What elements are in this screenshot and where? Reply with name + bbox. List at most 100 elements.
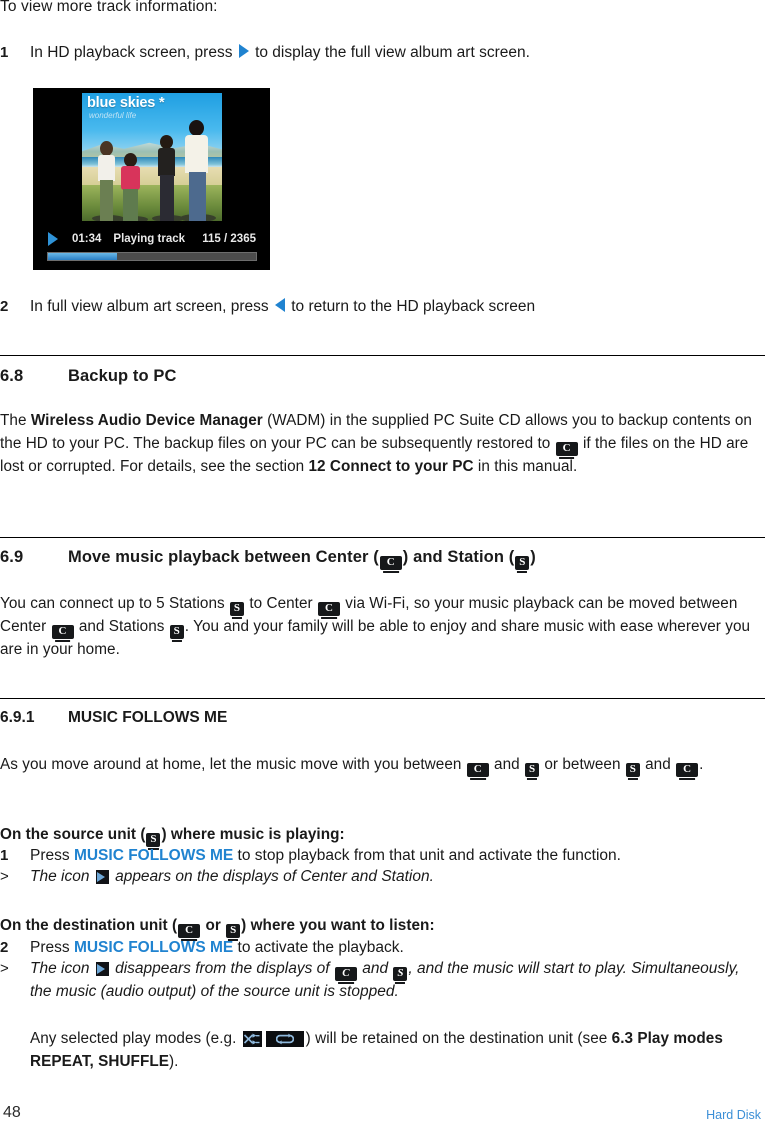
music-follows-me-icon xyxy=(95,962,109,976)
footer-page-number: 48 xyxy=(3,1104,21,1121)
center-icon: C xyxy=(466,763,489,777)
step-1-number: 1 xyxy=(0,44,9,61)
album-art-screenshot: blue skies * wonderful life 01:34 Playin… xyxy=(33,88,270,270)
note-marker: > xyxy=(0,960,9,977)
heading-6-9-1-title: MUSIC FOLLOWS ME xyxy=(68,709,228,726)
section-6-9-body: You can connect up to 5 Stations S to Ce… xyxy=(0,593,765,662)
source-heading-b: ) where music is playing: xyxy=(161,826,345,843)
heading-6-9: 6.9 Move music playback between Center (… xyxy=(0,548,536,570)
manual-page: To view more track information: 1 In HD … xyxy=(0,0,765,1135)
progress-bar xyxy=(47,252,257,261)
player-status-row: 01:34 Playing track 115 / 2365 xyxy=(33,229,270,249)
station-icon: S xyxy=(525,763,540,777)
dest-heading-c: ) where you want to listen: xyxy=(241,917,435,934)
step-1-text: In HD playback screen, press to display … xyxy=(30,42,740,63)
s691-intro-a: As you move around at home, let the musi… xyxy=(0,756,466,773)
s69-text-d: and Stations xyxy=(74,618,169,635)
shuffle-icon xyxy=(242,1031,262,1047)
s691-intro-c: or between xyxy=(540,756,625,773)
step-2-pre: In full view album art screen, press xyxy=(30,298,273,315)
footer-section-name: Hard Disk xyxy=(706,1108,761,1122)
dest-heading-b: or xyxy=(201,917,226,934)
station-icon: S xyxy=(230,602,245,616)
center-icon: C xyxy=(334,967,357,981)
play-icon xyxy=(48,232,58,246)
art-figure xyxy=(96,141,120,221)
center-icon: C xyxy=(676,763,699,777)
mfm-step-2: 2 Press MUSIC FOLLOWS ME to activate the… xyxy=(0,937,755,958)
mfm-note-1: > The icon appears on the displays of Ce… xyxy=(0,866,755,887)
intro-text: To view more track information: xyxy=(0,0,218,15)
station-icon: S xyxy=(393,967,408,981)
center-icon: C xyxy=(51,625,74,639)
section-6-8-body: The Wireless Audio Device Manager (WADM)… xyxy=(0,410,765,478)
step-1-post: to display the full view album art scree… xyxy=(250,44,530,61)
heading-6-8: 6.8 Backup to PC xyxy=(0,367,176,386)
note-marker: > xyxy=(0,868,9,885)
mfm-step-1: 1 Press MUSIC FOLLOWS ME to stop playbac… xyxy=(0,845,755,866)
s69-text-b: to Center xyxy=(245,595,317,612)
source-heading-a: On the source unit ( xyxy=(0,826,146,843)
s691-intro-b: and xyxy=(489,756,525,773)
music-follows-me-label: MUSIC FOLLOWS ME xyxy=(73,847,234,864)
elapsed-time: 01:34 xyxy=(72,233,102,245)
station-icon: S xyxy=(625,763,640,777)
mfm-note-1-text: The icon appears on the displays of Cent… xyxy=(30,868,434,885)
s68-text-a: The xyxy=(0,412,31,429)
closing-a: Any selected play modes (e.g. xyxy=(30,1030,241,1047)
track-count: 115 / 2365 xyxy=(202,233,256,245)
s68-bold-wadm: Wireless Audio Device Manager xyxy=(30,412,263,429)
art-figure xyxy=(119,153,145,221)
step-2-post: to return to the HD playback screen xyxy=(286,298,536,315)
mfm-step-2-number: 2 xyxy=(0,939,9,956)
music-follows-me-label: MUSIC FOLLOWS ME xyxy=(73,939,234,956)
destination-unit-heading: On the destination unit (C or S) where y… xyxy=(0,915,765,938)
center-icon: C xyxy=(379,556,402,570)
center-icon: C xyxy=(318,602,340,616)
left-arrow-icon xyxy=(274,298,285,312)
station-icon: S xyxy=(169,625,184,639)
heading-6-8-title: Backup to PC xyxy=(68,367,177,385)
s691-intro-d: and xyxy=(640,756,676,773)
dest-heading-a: On the destination unit ( xyxy=(0,917,178,934)
step-1-pre: In HD playback screen, press xyxy=(30,44,237,61)
mfm-note-2: > The icon disappears from the displays … xyxy=(0,958,750,1002)
playback-status: Playing track xyxy=(113,233,186,245)
heading-6-8-number: 6.8 xyxy=(0,367,24,385)
source-unit-heading: On the source unit (S) where music is pl… xyxy=(0,824,765,847)
art-figure xyxy=(183,120,213,221)
album-title: blue skies * xyxy=(87,95,165,111)
right-arrow-icon xyxy=(238,44,249,58)
closing-bold-2: REPEAT, SHUFFLE xyxy=(30,1052,169,1070)
station-icon: S xyxy=(226,924,241,938)
step-2: 2 In full view album art screen, press t… xyxy=(0,296,740,317)
section-6-9-1-intro: As you move around at home, let the musi… xyxy=(0,754,765,777)
heading-6-9-title: Move music playback between Center (C) a… xyxy=(68,548,536,570)
section-divider xyxy=(0,355,765,356)
section-divider xyxy=(0,537,765,538)
s68-text-d: in this manual. xyxy=(473,457,578,475)
art-figure xyxy=(156,135,180,221)
mfm-note-2-text: The icon disappears from the displays of… xyxy=(30,960,740,1000)
play-modes-note: Any selected play modes (e.g. ) will be … xyxy=(30,1028,755,1073)
closing-bold-1: 6.3 Play modes xyxy=(611,1030,723,1047)
center-icon: C xyxy=(178,924,201,938)
s68-bold-connect: 12 Connect to your PC xyxy=(308,457,474,475)
album-cover-art: blue skies * wonderful life xyxy=(82,93,222,221)
heading-6-9-1: 6.9.1 MUSIC FOLLOWS ME xyxy=(0,709,227,727)
music-follows-me-icon xyxy=(95,870,109,884)
closing-b: ) will be retained on the destination un… xyxy=(305,1030,612,1047)
s69-text-a: You can connect up to 5 Stations xyxy=(0,595,230,612)
mfm-step-2-text: Press MUSIC FOLLOWS ME to activate the p… xyxy=(30,939,404,956)
album-subtitle: wonderful life xyxy=(89,111,137,120)
progress-bar-fill xyxy=(48,253,117,260)
mfm-step-1-text: Press MUSIC FOLLOWS ME to stop playback … xyxy=(30,847,621,864)
mfm-step-1-number: 1 xyxy=(0,847,9,864)
s691-intro-e: . xyxy=(699,756,704,773)
step-1: 1 In HD playback screen, press to displa… xyxy=(0,42,740,63)
step-2-text: In full view album art screen, press to … xyxy=(30,296,740,317)
section-divider xyxy=(0,698,765,699)
heading-6-9-1-number: 6.9.1 xyxy=(0,709,35,726)
closing-c: ). xyxy=(169,1052,179,1070)
center-icon: C xyxy=(555,441,578,456)
